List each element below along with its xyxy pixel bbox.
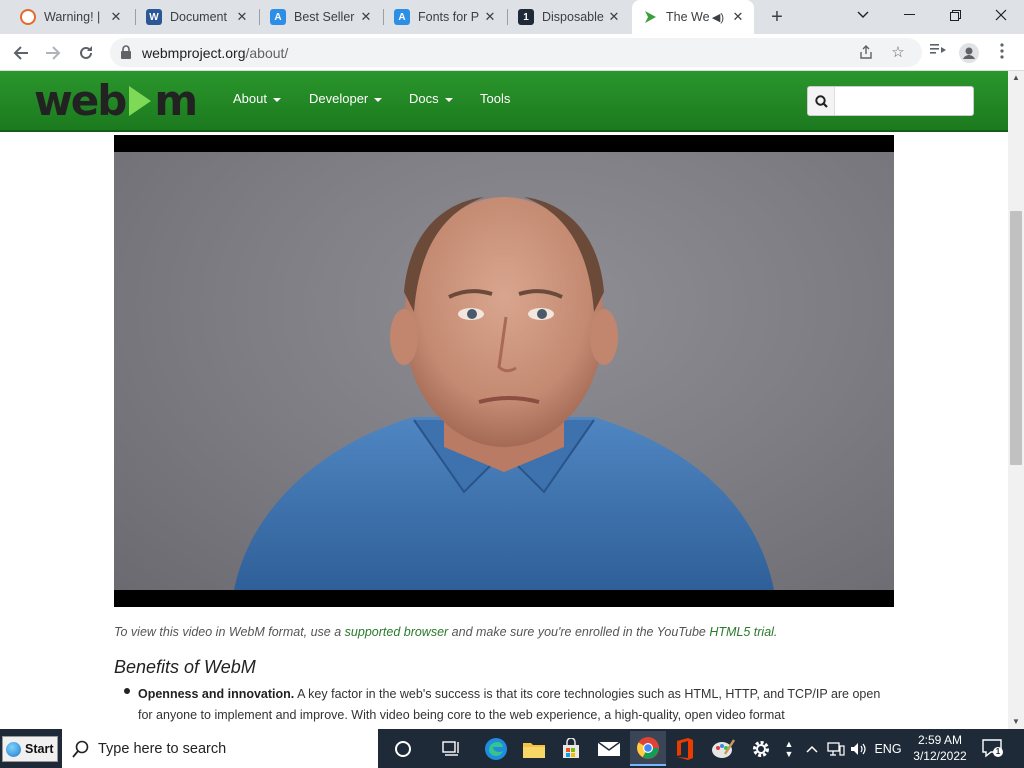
nav-developer[interactable]: Developer [309,91,383,106]
volume-icon[interactable] [849,729,869,768]
url-text: webmproject.org/about/ [142,45,289,61]
close-icon[interactable]: ✕ [606,9,622,25]
tab-search-icon[interactable] [840,0,886,30]
lock-icon[interactable] [120,45,132,64]
browser-toolbar: webmproject.org/about/ ☆ [0,34,1024,71]
minimize-button[interactable] [886,0,932,30]
windows-taskbar: Start Type here to search ▲ ▼ ENG 2:59 A… [0,729,1024,768]
close-icon[interactable]: ✕ [358,9,374,25]
webm-icon [642,9,658,25]
close-icon[interactable]: ✕ [234,9,250,25]
video-player[interactable] [114,135,894,607]
tab-best-seller[interactable]: A Best Seller ✕ [260,0,382,34]
bookmark-star-icon[interactable]: ☆ [889,44,907,62]
disposable-icon: 1 [518,9,534,25]
section-heading: Benefits of WebM [114,657,256,677]
video-caption: To view this video in WebM format, use a… [114,625,778,639]
brave-warning-icon [20,9,36,25]
tab-webm[interactable]: The We ◀︎) ✕ [632,0,754,34]
notification-count-badge: 1 [993,747,1003,757]
tab-strip: Warning! | ✕ W Document ✕ A Best Seller … [0,0,1024,34]
microsoft-store-icon[interactable] [553,731,589,766]
start-button[interactable]: Start [2,736,58,762]
file-explorer-icon[interactable] [516,731,552,766]
video-frame[interactable] [114,152,894,590]
tab-title: Best Seller [294,10,355,24]
nav-about[interactable]: About [233,91,281,106]
caret-down-icon [272,97,281,102]
new-tab-button[interactable]: + [766,6,788,28]
windows-orb-icon [6,741,21,757]
reading-list-icon[interactable] [928,43,948,63]
system-clock[interactable]: 2:59 AM 3/12/2022 [908,732,972,764]
caret-down-icon [374,97,383,102]
language-indicator[interactable]: ENG [873,729,903,768]
share-icon[interactable] [857,44,875,62]
taskbar-search-box[interactable]: Type here to search [62,729,378,768]
site-search [807,86,974,116]
paint-icon[interactable] [705,731,741,766]
profile-avatar-icon[interactable] [959,43,979,63]
tab-title: Fonts for P [418,10,480,24]
tab-disposable[interactable]: 1 Disposable ✕ [508,0,630,34]
caret-down-icon [444,97,453,102]
network-icon[interactable] [825,729,847,768]
supported-browser-link[interactable]: supported browser [345,625,449,639]
close-window-button[interactable] [978,0,1024,30]
speaker-icon[interactable]: ◀︎) [712,11,724,24]
chrome-menu-icon[interactable] [992,43,1012,63]
taskbar-scroll-icon[interactable]: ▲ ▼ [780,729,798,768]
play-logo-icon [129,85,152,116]
tab-title: Warning! | [44,10,101,24]
list-bullet [124,688,130,694]
search-icon[interactable] [808,87,835,115]
benefit-title: Openness and innovation. [138,687,295,701]
show-hidden-icons-chevron-icon[interactable] [803,729,821,768]
site-search-input[interactable] [836,87,972,115]
close-icon[interactable]: ✕ [730,9,746,25]
scroll-thumb[interactable] [1010,211,1022,465]
nav-tools[interactable]: Tools [480,91,510,106]
tab-title: The We [666,10,710,24]
webm-logo[interactable]: web m [34,80,198,122]
nav-docs[interactable]: Docs [409,91,453,106]
scroll-up-arrow-icon[interactable]: ▲ [1008,71,1024,85]
benefit-paragraph: Openness and innovation. A key factor in… [138,687,881,722]
tab-title: Disposable [542,10,604,24]
reload-button[interactable] [73,40,99,66]
edge-icon[interactable] [478,731,514,766]
tab-fonts[interactable]: A Fonts for P ✕ [384,0,506,34]
address-bar[interactable]: webmproject.org/about/ ☆ [110,38,922,67]
font-site-icon: A [394,9,410,25]
tab-title: Document [170,10,227,24]
close-icon[interactable]: ✕ [108,9,124,25]
chrome-icon[interactable] [630,731,666,766]
page-viewport: web m About Developer Docs Tools To view… [0,71,1008,729]
forward-button[interactable] [40,40,66,66]
scroll-down-arrow-icon[interactable]: ▼ [1008,715,1024,729]
word-icon: W [146,9,162,25]
restore-button[interactable] [932,0,978,30]
search-icon [72,740,89,758]
settings-gear-icon[interactable] [743,731,779,766]
office-icon[interactable] [667,731,703,766]
site-navbar: web m About Developer Docs Tools [0,71,1008,132]
tab-document[interactable]: W Document ✕ [136,0,258,34]
cortana-icon[interactable] [385,731,421,766]
back-button[interactable] [8,40,34,66]
action-center-icon[interactable]: 1 [982,738,1003,758]
font-site-icon: A [270,9,286,25]
task-view-icon[interactable] [433,731,469,766]
presenter-image [234,197,774,590]
tab-warning[interactable]: Warning! | ✕ [10,0,132,34]
html5-trial-link[interactable]: HTML5 trial [709,625,774,639]
close-icon[interactable]: ✕ [482,9,498,25]
mail-icon[interactable] [591,731,627,766]
page-scrollbar[interactable]: ▲ ▼ [1008,71,1024,729]
